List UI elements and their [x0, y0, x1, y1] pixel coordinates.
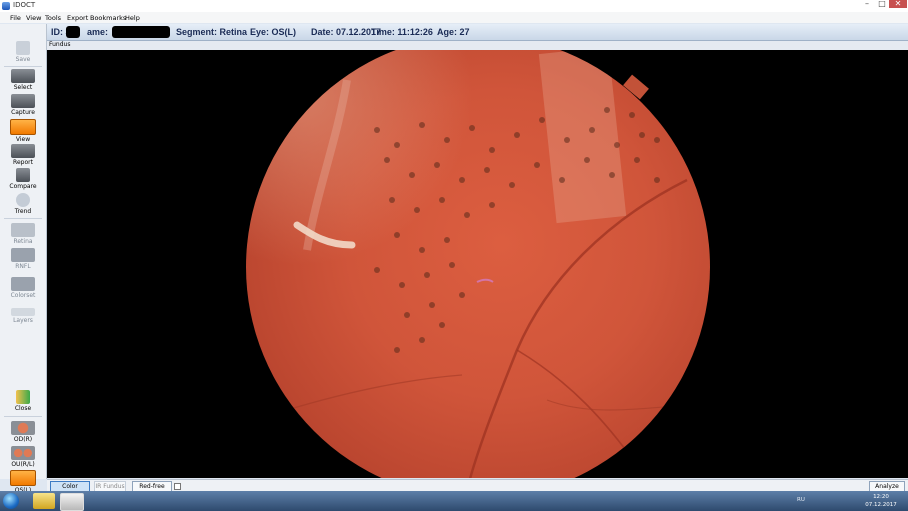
close-window-button[interactable]: ✕	[889, 0, 907, 8]
fundus-viewer[interactable]	[47, 50, 908, 478]
capture-icon	[11, 94, 35, 108]
report-button[interactable]: Report	[2, 144, 44, 166]
layers-button[interactable]: Layers	[2, 305, 44, 324]
compare-icon	[16, 168, 30, 182]
eye-od-button[interactable]: OD(R)	[2, 421, 44, 443]
panel-title: Fundus	[49, 41, 71, 48]
rnfl-button[interactable]: RNFL	[2, 248, 44, 270]
eye-od-icon	[11, 421, 35, 435]
colorset-icon	[11, 277, 35, 291]
maximize-button[interactable]: □	[875, 0, 889, 8]
separator	[4, 218, 42, 219]
title-bar: IDOCT – □ ✕	[0, 0, 908, 12]
eye-ou-button[interactable]: OU(R/L)	[2, 446, 44, 468]
retina-button[interactable]: Retina	[2, 223, 44, 245]
age-label: Age: 27	[437, 27, 470, 37]
explorer-task-icon[interactable]	[33, 493, 55, 509]
retina-icon	[11, 223, 35, 237]
redaction-block	[66, 26, 80, 38]
red-free-checkbox[interactable]	[174, 483, 181, 490]
clock-date: 07.12.2017	[865, 502, 897, 508]
patient-name-label: ame:	[87, 27, 109, 37]
select-icon	[11, 69, 35, 83]
language-indicator[interactable]: RU	[797, 497, 805, 503]
select-button[interactable]: Select	[2, 69, 44, 91]
clock[interactable]: 12:20 07.12.2017	[862, 493, 900, 509]
save-icon	[16, 41, 30, 55]
window-title: IDOCT	[13, 1, 36, 9]
close-exam-button[interactable]: Close	[2, 390, 44, 412]
minimize-button[interactable]: –	[860, 0, 874, 8]
separator	[4, 66, 42, 67]
redaction-block	[112, 26, 170, 38]
eye-icon	[10, 119, 36, 135]
menu-view[interactable]: View	[26, 14, 41, 22]
clock-time: 12:20	[873, 494, 889, 500]
fundus-image	[246, 50, 710, 478]
time-label: Time: 11:12:26	[371, 27, 433, 37]
menu-tools[interactable]: Tools	[45, 14, 61, 22]
layers-icon	[11, 308, 35, 316]
rnfl-icon	[11, 248, 35, 262]
compare-button[interactable]: Compare	[2, 168, 44, 190]
segment-label: Segment: Retina	[176, 27, 248, 37]
patient-info-bar: ID: 3 ame: Segment: Retina Eye: OS(L) Da…	[47, 24, 908, 41]
save-button[interactable]: Save	[2, 41, 44, 63]
eye-os-icon	[10, 470, 36, 486]
report-icon	[11, 144, 35, 158]
close-exam-icon	[16, 390, 30, 404]
trend-icon	[16, 193, 30, 207]
separator	[4, 416, 42, 417]
start-button[interactable]	[3, 493, 19, 509]
left-toolbar: Save Select Capture View Report Compare …	[0, 24, 47, 494]
taskbar: RU 12:20 07.12.2017	[0, 491, 908, 511]
colorset-button[interactable]: Colorset	[2, 277, 44, 299]
menu-file[interactable]: File	[10, 14, 21, 22]
menu-bookmarks[interactable]: Bookmarks	[90, 14, 126, 22]
app-icon	[2, 2, 10, 10]
view-button[interactable]: View	[2, 119, 44, 143]
eye-ou-icon	[11, 446, 35, 460]
capture-button[interactable]: Capture	[2, 94, 44, 116]
menu-help[interactable]: Help	[125, 14, 140, 22]
idoct-task-icon[interactable]	[60, 493, 84, 511]
eye-label: Eye: OS(L)	[250, 27, 297, 37]
menu-export[interactable]: Export	[67, 14, 88, 22]
menu-bar: File View Tools Export Bookmarks Help	[0, 12, 908, 23]
trend-button[interactable]: Trend	[2, 193, 44, 215]
